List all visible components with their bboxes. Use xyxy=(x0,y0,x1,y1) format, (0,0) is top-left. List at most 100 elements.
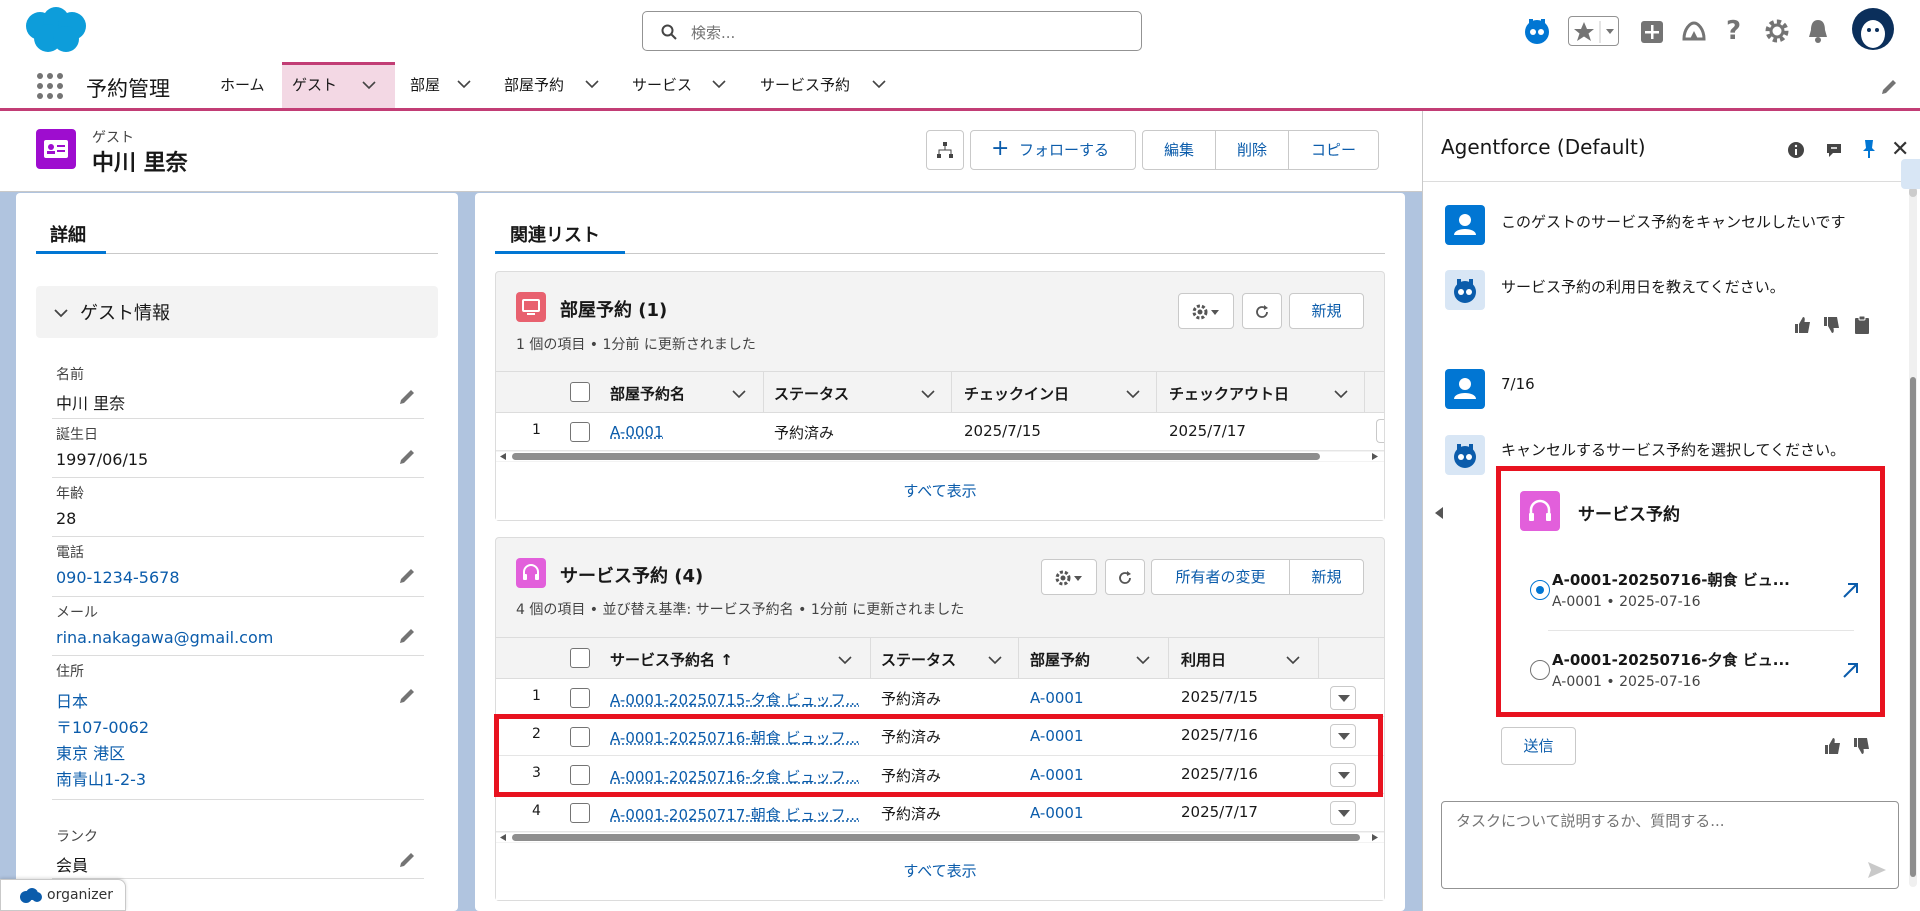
chevron-down-icon[interactable] xyxy=(1334,389,1348,399)
horizontal-scrollbar[interactable] xyxy=(496,833,1384,842)
chevron-down-icon[interactable] xyxy=(1286,655,1300,665)
chevron-down-icon[interactable] xyxy=(872,79,886,89)
address-line[interactable]: 〒107-0062 xyxy=(56,714,149,738)
column-header[interactable]: ステータス xyxy=(774,383,849,404)
column-header[interactable]: 部屋予約名 xyxy=(610,383,685,404)
hierarchy-button[interactable] xyxy=(926,130,964,170)
favorites-star-icon[interactable] xyxy=(1568,16,1619,46)
row-checkbox[interactable] xyxy=(570,803,590,823)
edit-pencil-icon[interactable] xyxy=(398,388,416,406)
trailhead-icon[interactable] xyxy=(1680,19,1708,45)
copy-button[interactable]: コピー xyxy=(1288,130,1379,170)
row-checkbox[interactable] xyxy=(570,688,590,708)
row-action-button[interactable] xyxy=(1330,686,1356,710)
pin-icon[interactable] xyxy=(1861,139,1877,159)
room-reservation-link[interactable]: A-0001 xyxy=(1030,804,1084,822)
notification-bell-icon[interactable] xyxy=(1806,18,1830,44)
refresh-button[interactable] xyxy=(1242,293,1282,329)
edit-pencil-icon[interactable] xyxy=(398,687,416,705)
thumbs-up-icon[interactable] xyxy=(1794,316,1812,334)
salesforce-cloud-logo[interactable] xyxy=(20,6,92,56)
address-line[interactable]: 東京 港区 xyxy=(56,740,125,764)
chevron-down-icon[interactable] xyxy=(988,655,1002,665)
view-all-link[interactable]: すべて表示 xyxy=(903,862,976,880)
view-all-link[interactable]: すべて表示 xyxy=(903,482,976,500)
agent-scrollbar[interactable] xyxy=(1909,187,1917,887)
column-header[interactable]: 部屋予約 xyxy=(1030,649,1090,670)
thumbs-up-icon[interactable] xyxy=(1824,737,1842,755)
edit-nav-pencil-icon[interactable] xyxy=(1880,78,1898,96)
service-reservation-new-button[interactable]: 新規 xyxy=(1289,559,1364,595)
column-header[interactable]: ステータス xyxy=(881,649,956,670)
room-reservation-title[interactable]: 部屋予約 (1) xyxy=(560,296,667,322)
follow-button[interactable]: + フォローする xyxy=(970,130,1136,170)
chevron-down-icon[interactable] xyxy=(585,79,599,89)
room-reservation-new-button[interactable]: 新規 xyxy=(1289,293,1364,329)
column-header[interactable]: チェックイン日 xyxy=(964,383,1069,404)
table-row[interactable]: 1 A-0001 予約済み 2025/7/15 2025/7/17 xyxy=(496,413,1384,451)
chevron-down-icon[interactable] xyxy=(732,389,746,399)
send-selection-button[interactable]: 送信 xyxy=(1501,727,1576,765)
new-chat-icon[interactable] xyxy=(1825,141,1845,159)
room-reservation-view-all[interactable]: すべて表示 xyxy=(496,462,1384,520)
list-settings-button[interactable] xyxy=(1178,293,1234,329)
section-guest-info[interactable]: ゲスト情報 xyxy=(36,286,438,338)
column-header[interactable]: サービス予約名 ↑ xyxy=(610,649,733,670)
horizontal-scrollbar[interactable] xyxy=(496,452,1384,461)
address-line[interactable]: 南青山1-2-3 xyxy=(56,766,146,790)
thumbs-down-icon[interactable] xyxy=(1823,316,1841,334)
tab-service[interactable]: サービス xyxy=(622,62,734,108)
edit-pencil-icon[interactable] xyxy=(398,627,416,645)
column-header[interactable]: 利用日 xyxy=(1181,649,1226,670)
column-header[interactable]: チェックアウト日 xyxy=(1169,383,1289,404)
thumbs-down-icon[interactable] xyxy=(1853,737,1871,755)
related-tab[interactable]: 関連リスト xyxy=(510,221,600,247)
chevron-down-icon[interactable] xyxy=(457,79,471,89)
service-reservation-title[interactable]: サービス予約 (4) xyxy=(560,562,703,588)
chevron-down-icon[interactable] xyxy=(712,79,726,89)
chevron-down-icon[interactable] xyxy=(1136,655,1150,665)
select-all-checkbox[interactable] xyxy=(570,648,590,668)
tab-room[interactable]: 部屋 xyxy=(400,62,480,108)
service-reservation-link[interactable]: A-0001-20250715-夕食 ビュッフ... xyxy=(610,689,860,710)
app-launcher-icon[interactable] xyxy=(36,72,64,100)
select-all-checkbox[interactable] xyxy=(570,382,590,402)
service-reservation-link[interactable]: A-0001-20250717-朝食 ビュッフ... xyxy=(610,804,860,825)
tab-room-reservation[interactable]: 部屋予約 xyxy=(494,62,606,108)
details-tab[interactable]: 詳細 xyxy=(50,221,86,247)
service-reservation-view-all[interactable]: すべて表示 xyxy=(496,843,1384,900)
change-owner-button[interactable]: 所有者の変更 xyxy=(1151,559,1290,595)
setup-gear-icon[interactable] xyxy=(1764,18,1790,44)
panel-side-tab[interactable] xyxy=(1901,159,1920,189)
tab-service-reservation[interactable]: サービス予約 xyxy=(750,62,900,108)
copy-clipboard-icon[interactable] xyxy=(1853,315,1871,335)
chevron-down-icon[interactable] xyxy=(1126,389,1140,399)
room-reservation-link[interactable]: A-0001 xyxy=(1030,689,1084,707)
edit-button[interactable]: 編集 xyxy=(1142,130,1216,170)
table-row[interactable]: 1 A-0001-20250715-夕食 ビュッフ... 予約済み A-0001… xyxy=(496,679,1384,717)
row-checkbox[interactable] xyxy=(570,422,590,442)
edit-pencil-icon[interactable] xyxy=(398,567,416,585)
chevron-down-icon[interactable] xyxy=(362,80,376,90)
einstein-icon[interactable] xyxy=(1522,16,1552,46)
global-search-input[interactable]: 検索... xyxy=(642,11,1142,51)
organizer-badge[interactable]: organizer xyxy=(0,879,126,911)
help-icon[interactable]: ? xyxy=(1726,16,1741,46)
info-icon[interactable] xyxy=(1787,141,1805,159)
tab-home[interactable]: ホーム xyxy=(210,62,280,108)
chevron-down-icon[interactable] xyxy=(921,389,935,399)
row-action-button[interactable] xyxy=(1330,801,1356,825)
refresh-button[interactable] xyxy=(1105,559,1145,595)
agent-message-input[interactable]: タスクについて説明するか、質問する... xyxy=(1441,801,1899,889)
collapse-left-icon[interactable] xyxy=(1435,507,1443,519)
send-message-icon[interactable] xyxy=(1868,862,1886,878)
phone-link[interactable]: 090-1234-5678 xyxy=(56,568,180,587)
add-icon[interactable] xyxy=(1640,20,1664,44)
tab-guest[interactable]: ゲスト xyxy=(282,62,395,108)
row-action-button[interactable] xyxy=(1376,419,1384,443)
table-row[interactable]: 4 A-0001-20250717-朝食 ビュッフ... 予約済み A-0001… xyxy=(496,794,1384,832)
delete-button[interactable]: 削除 xyxy=(1215,130,1289,170)
chevron-down-icon[interactable] xyxy=(838,655,852,665)
edit-pencil-icon[interactable] xyxy=(398,851,416,869)
user-avatar[interactable] xyxy=(1852,8,1894,50)
